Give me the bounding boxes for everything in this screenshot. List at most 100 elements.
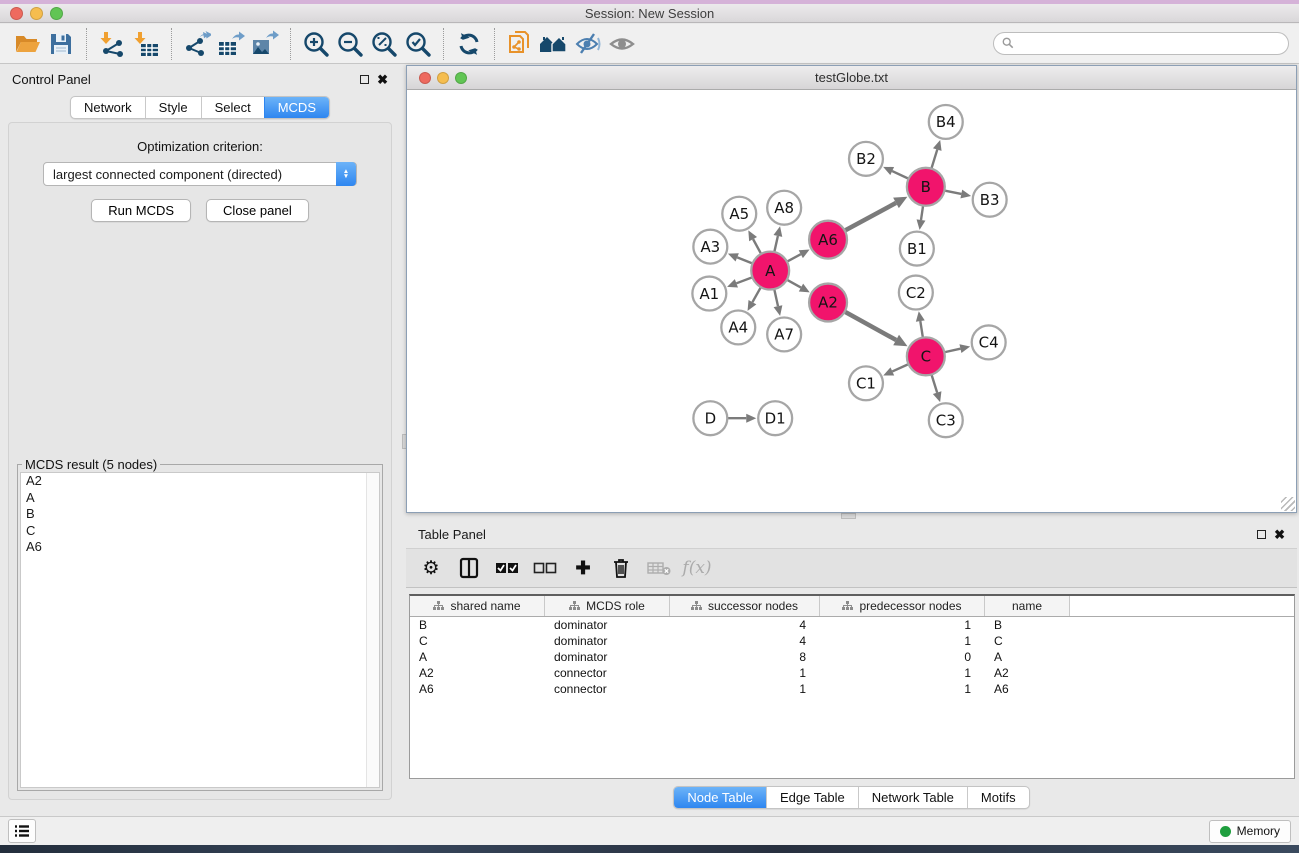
show-columns-button[interactable] <box>450 552 488 584</box>
tab-network[interactable]: Network <box>71 97 145 118</box>
table-cell: 1 <box>670 666 820 680</box>
float-panel-icon[interactable] <box>1257 530 1266 539</box>
save-session-button[interactable] <box>44 28 78 60</box>
mcds-result-item[interactable]: A2 <box>21 473 379 490</box>
zoom-in-button[interactable] <box>299 28 333 60</box>
import-network-button[interactable] <box>95 28 129 60</box>
resize-grip-icon[interactable] <box>1281 497 1295 511</box>
memory-button[interactable]: Memory <box>1209 820 1291 843</box>
mcds-result-item[interactable]: A <box>21 490 379 507</box>
import-table-button[interactable] <box>129 28 163 60</box>
graph-edge-C-C4[interactable] <box>944 349 960 353</box>
close-panel-icon[interactable]: ✖ <box>1274 528 1285 541</box>
tab-style[interactable]: Style <box>145 97 201 118</box>
deselect-all-button[interactable] <box>526 552 564 584</box>
column-header-name[interactable]: name <box>985 596 1070 616</box>
graph-edge-A-A2[interactable] <box>787 280 801 288</box>
open-session-button[interactable] <box>10 28 44 60</box>
graph-edge-B-B2[interactable] <box>892 171 908 179</box>
arrowhead-icon <box>959 344 970 353</box>
delete-table-button[interactable] <box>640 552 678 584</box>
network-canvas[interactable]: B4B2BB3A5A8A6B1A3AC2A1A2A4A7C4CC1C3DD1 <box>407 90 1296 512</box>
graph-edge-A6-B[interactable] <box>845 203 896 231</box>
table-cell: 1 <box>820 618 985 632</box>
arrowhead-icon <box>774 305 783 316</box>
tab-edge-table[interactable]: Edge Table <box>766 787 858 808</box>
export-network-button[interactable] <box>180 28 214 60</box>
network-graph-svg[interactable]: B4B2BB3A5A8A6B1A3AC2A1A2A4A7C4CC1C3DD1 <box>407 90 1296 512</box>
zoom-selected-button[interactable] <box>401 28 435 60</box>
table-row[interactable]: A6connector11A6 <box>410 681 1294 697</box>
column-header-successor-nodes[interactable]: successor nodes <box>670 596 820 616</box>
table-row[interactable]: A2connector11A2 <box>410 665 1294 681</box>
mcds-result-item[interactable]: A6 <box>21 539 379 556</box>
column-header-shared-name[interactable]: shared name <box>410 596 545 616</box>
table-body: Bdominator41BCdominator41CAdominator80AA… <box>410 617 1294 697</box>
toolbar-separator <box>290 28 291 60</box>
graph-edge-C-C1[interactable] <box>892 364 908 371</box>
tab-mcds[interactable]: MCDS <box>264 97 329 118</box>
table-row[interactable]: Cdominator41C <box>410 633 1294 649</box>
divider-grip-horizontal[interactable] <box>841 513 856 519</box>
mcds-result-item[interactable]: B <box>21 506 379 523</box>
close-panel-button[interactable]: Close panel <box>206 199 309 222</box>
export-image-button[interactable] <box>248 28 282 60</box>
mcds-result-list[interactable]: A2ABCA6 <box>20 472 380 788</box>
close-panel-icon[interactable]: ✖ <box>377 73 388 86</box>
delete-columns-button[interactable] <box>602 552 640 584</box>
select-all-button[interactable] <box>488 552 526 584</box>
graph-edge-A-A6[interactable] <box>787 254 801 261</box>
tab-select[interactable]: Select <box>201 97 264 118</box>
graph-node-label: A <box>765 262 776 280</box>
graph-edge-A-A7[interactable] <box>774 289 778 306</box>
graph-node-label: A8 <box>774 199 794 217</box>
graph-edge-C-C2[interactable] <box>920 321 923 338</box>
table-row[interactable]: Bdominator41B <box>410 617 1294 633</box>
show-all-button[interactable] <box>605 28 639 60</box>
graph-edge-A-A3[interactable] <box>737 257 752 263</box>
graph-edge-A2-C[interactable] <box>845 312 896 340</box>
column-header-predecessor-nodes[interactable]: predecessor nodes <box>820 596 985 616</box>
list-icon <box>14 824 30 838</box>
criterion-select[interactable]: largest connected component (directed) ▲… <box>43 162 357 186</box>
search-field-wrap <box>993 32 1289 55</box>
table-options-button[interactable]: ⚙ <box>412 552 450 584</box>
status-bar: Memory <box>0 816 1299 845</box>
zoom-out-button[interactable] <box>333 28 367 60</box>
graph-edge-C-C3[interactable] <box>931 374 937 392</box>
float-panel-icon[interactable] <box>360 75 369 84</box>
import-network-icon <box>98 30 126 58</box>
search-input[interactable] <box>993 32 1289 55</box>
mcds-result-item[interactable]: C <box>21 523 379 540</box>
node-table[interactable]: shared nameMCDS role successor nodes prede… <box>409 594 1295 779</box>
select-stepper-icon: ▲▼ <box>336 162 356 186</box>
zoom-fit-button[interactable] <box>367 28 401 60</box>
network-window-titlebar[interactable]: testGlobe.txt <box>407 66 1296 90</box>
column-header-mcds-role[interactable]: MCDS role <box>545 596 670 616</box>
first-neighbors-button[interactable] <box>537 28 571 60</box>
task-history-button[interactable] <box>8 819 36 843</box>
table-row[interactable]: Adominator80A <box>410 649 1294 665</box>
run-mcds-button[interactable]: Run MCDS <box>91 199 191 222</box>
graph-edge-B-B4[interactable] <box>931 150 937 169</box>
graph-edge-A-A5[interactable] <box>753 239 761 254</box>
tab-motifs[interactable]: Motifs <box>967 787 1029 808</box>
export-table-button[interactable] <box>214 28 248 60</box>
zoom-selected-icon <box>404 30 432 58</box>
scrollbar-track[interactable] <box>366 473 379 787</box>
clone-network-icon <box>506 30 534 58</box>
graph-edge-A-A1[interactable] <box>736 277 752 283</box>
tab-network-table[interactable]: Network Table <box>858 787 967 808</box>
clone-network-button[interactable] <box>503 28 537 60</box>
graph-edge-B-B3[interactable] <box>944 191 961 194</box>
hide-selected-button[interactable] <box>571 28 605 60</box>
add-column-button[interactable]: ✚ <box>564 552 602 584</box>
refresh-button[interactable] <box>452 28 486 60</box>
graph-edge-A-A4[interactable] <box>752 287 760 302</box>
graph-edge-A-A8[interactable] <box>774 236 778 252</box>
tab-node-table[interactable]: Node Table <box>674 787 766 808</box>
double-home-icon <box>538 31 570 57</box>
column-label: successor nodes <box>708 599 798 613</box>
graph-edge-B-B1[interactable] <box>921 206 923 220</box>
function-builder-button[interactable]: f(x) <box>678 552 716 584</box>
